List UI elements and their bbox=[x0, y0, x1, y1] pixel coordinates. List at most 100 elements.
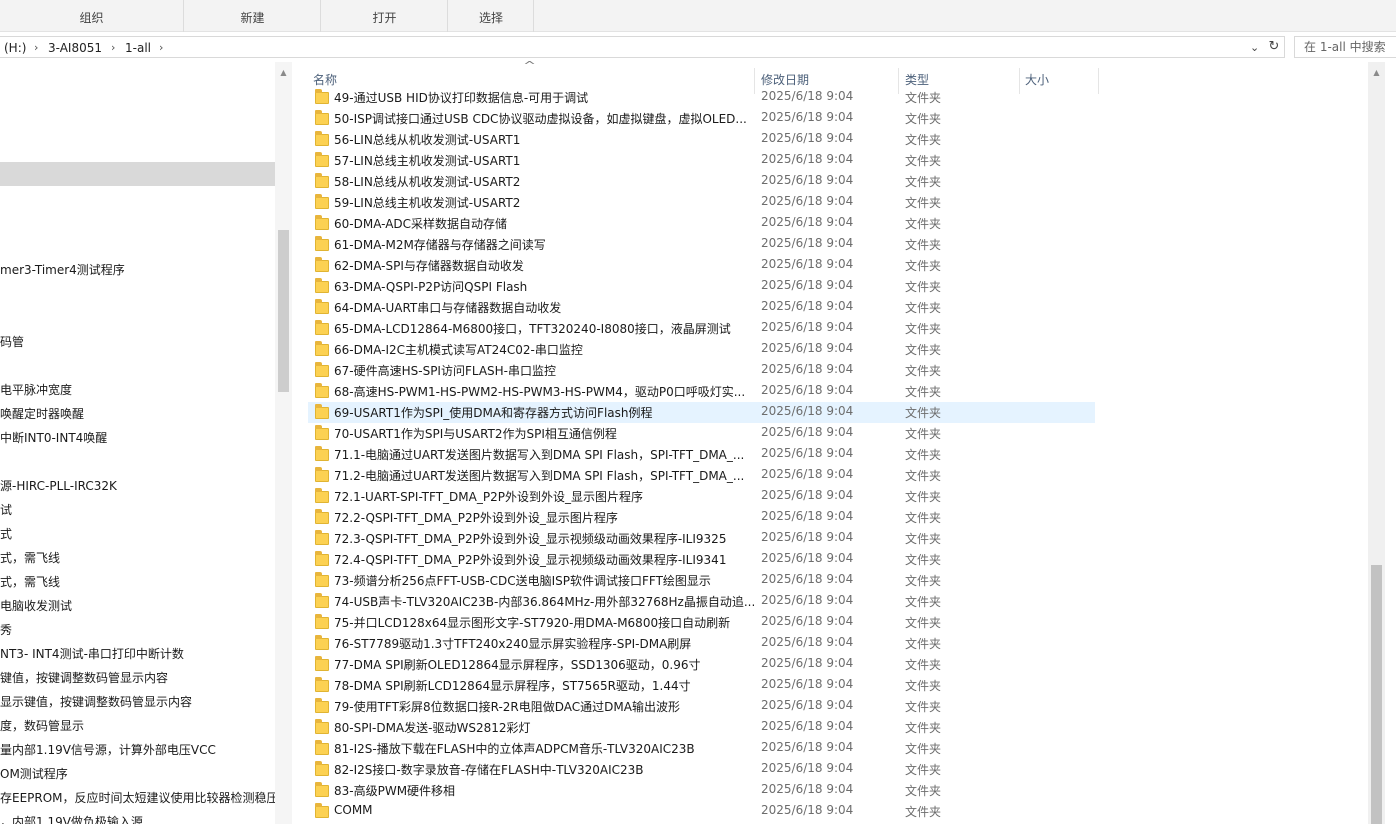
nav-scroll-thumb[interactable] bbox=[278, 230, 289, 392]
file-date: 2025/6/18 9:04 bbox=[761, 131, 854, 145]
folder-icon bbox=[315, 719, 329, 734]
file-row[interactable]: 63-DMA-QSPI-P2P访问QSPI Flash 2025/6/18 9:0… bbox=[308, 276, 1095, 297]
file-row[interactable]: 68-高速HS-PWM1-HS-PWM2-HS-PWM3-HS-PWM4，驱动P… bbox=[308, 381, 1095, 402]
nav-item[interactable]: OM测试程序 bbox=[0, 764, 68, 784]
address-bar[interactable]: (H:) › 3-AI8051 › 1-all › ⌄ ↻ bbox=[0, 36, 1285, 58]
nav-item[interactable]: 存EEPROM，反应时间太短建议使用比较器检测稳压 bbox=[0, 788, 279, 808]
nav-item[interactable]: 源-HIRC-PLL-IRC32K bbox=[0, 476, 117, 496]
file-row[interactable]: 69-USART1作为SPI_使用DMA和寄存器方式访问Flash例程 2025/… bbox=[308, 402, 1095, 423]
scroll-up-icon[interactable]: ▲ bbox=[1371, 68, 1382, 77]
ribbon-group-organize[interactable]: 组织 bbox=[0, 0, 184, 32]
column-divider[interactable] bbox=[1098, 68, 1099, 94]
chevron-down-icon[interactable]: ⌄ bbox=[1250, 41, 1259, 54]
file-type: 文件夹 bbox=[905, 595, 942, 609]
file-row[interactable]: 60-DMA-ADC采样数据自动存储 2025/6/18 9:04 文件夹 bbox=[308, 213, 1095, 234]
nav-item[interactable]: 式，需飞线 bbox=[0, 572, 60, 592]
breadcrumb-folder[interactable]: 3-AI8051 bbox=[48, 41, 102, 55]
folder-icon bbox=[315, 341, 329, 356]
column-header-type[interactable]: 类型 bbox=[905, 71, 929, 88]
file-row[interactable]: 66-DMA-I2C主机模式读写AT24C02-串口监控 2025/6/18 9:… bbox=[308, 339, 1095, 360]
file-date: 2025/6/18 9:04 bbox=[761, 110, 854, 124]
file-row[interactable]: 50-ISP调试接口通过USB CDC协议驱动虚拟设备，如虚拟键盘，虚拟OLED… bbox=[308, 108, 1095, 129]
file-row[interactable]: 67-硬件高速HS-SPI访问FLASH-串口监控 2025/6/18 9:04 文… bbox=[308, 360, 1095, 381]
file-row[interactable]: 77-DMA SPI刷新OLED12864显示屏程序，SSD1306驱动，0.9… bbox=[308, 654, 1095, 675]
chevron-right-icon[interactable]: › bbox=[34, 41, 38, 54]
file-date: 2025/6/18 9:04 bbox=[761, 404, 854, 418]
folder-icon bbox=[315, 488, 329, 503]
file-list-scrollbar[interactable]: ▲ bbox=[1368, 62, 1385, 824]
file-row[interactable]: 78-DMA SPI刷新LCD12864显示屏程序，ST7565R驱动，1.44… bbox=[308, 675, 1095, 696]
folder-icon bbox=[315, 467, 329, 482]
nav-selected-item[interactable] bbox=[0, 162, 275, 186]
column-header-size[interactable]: 大小 bbox=[1025, 71, 1049, 88]
file-row[interactable]: 75-并口LCD128x64显示图形文字-ST7920-用DMA-M6800接口… bbox=[308, 612, 1095, 633]
nav-item[interactable]: NT3- INT4测试-串口打印中断计数 bbox=[0, 644, 184, 664]
file-row[interactable]: COMM 2025/6/18 9:04 文件夹 bbox=[308, 801, 1095, 822]
nav-item[interactable]: 试 bbox=[0, 500, 12, 520]
search-box[interactable] bbox=[1294, 36, 1396, 58]
nav-item[interactable]: mer3-Timer4测试程序 bbox=[0, 260, 125, 280]
file-row[interactable]: 72.2-QSPI-TFT_DMA_P2P外设到外设_显示图片程序 2025/6/… bbox=[308, 507, 1095, 528]
file-type: 文件夹 bbox=[905, 532, 942, 546]
refresh-icon[interactable]: ↻ bbox=[1266, 39, 1282, 55]
file-row[interactable]: 70-USART1作为SPI与USART2作为SPI相互通信例程 2025/6/1… bbox=[308, 423, 1095, 444]
column-header-date[interactable]: 修改日期 bbox=[761, 71, 809, 88]
ribbon-group-new[interactable]: 新建 bbox=[185, 0, 321, 32]
nav-item[interactable]: 电脑收发测试 bbox=[0, 596, 72, 616]
file-row[interactable]: 72.4-QSPI-TFT_DMA_P2P外设到外设_显示视频级动画效果程序-I… bbox=[308, 549, 1095, 570]
file-date: 2025/6/18 9:04 bbox=[761, 719, 854, 733]
chevron-right-icon[interactable]: › bbox=[159, 41, 163, 54]
file-row[interactable]: 64-DMA-UART串口与存储器数据自动收发 2025/6/18 9:04 文件夹 bbox=[308, 297, 1095, 318]
breadcrumb-current[interactable]: 1-all bbox=[125, 41, 151, 55]
nav-item[interactable]: 式 bbox=[0, 524, 12, 544]
file-list-scroll-thumb[interactable] bbox=[1371, 565, 1382, 824]
chevron-right-icon[interactable]: › bbox=[111, 41, 115, 54]
file-row[interactable]: 83-高级PWM硬件移相 2025/6/18 9:04 文件夹 bbox=[308, 780, 1095, 801]
file-date: 2025/6/18 9:04 bbox=[761, 299, 854, 313]
file-type: 文件夹 bbox=[905, 322, 942, 336]
file-row[interactable]: 81-I2S-播放下载在FLASH中的立体声ADPCM音乐-TLV320AIC2… bbox=[308, 738, 1095, 759]
scroll-up-icon[interactable]: ▲ bbox=[278, 68, 289, 77]
file-row[interactable]: 71.2-电脑通过UART发送图片数据写入到DMA SPI Flash，SPI-… bbox=[308, 465, 1095, 486]
nav-item[interactable]: 码管 bbox=[0, 332, 24, 352]
nav-item[interactable]: 键值，按键调整数码管显示内容 bbox=[0, 668, 168, 688]
file-row[interactable]: 72.1-UART-SPI-TFT_DMA_P2P外设到外设_显示图片程序 202… bbox=[308, 486, 1095, 507]
file-row[interactable]: 62-DMA-SPI与存储器数据自动收发 2025/6/18 9:04 文件夹 bbox=[308, 255, 1095, 276]
nav-item[interactable]: 显示键值，按键调整数码管显示内容 bbox=[0, 692, 192, 712]
nav-item[interactable]: 中断INT0-INT4唤醒 bbox=[0, 428, 107, 448]
file-row[interactable]: 57-LIN总线主机收发测试-USART1 2025/6/18 9:04 文件夹 bbox=[308, 150, 1095, 171]
file-row[interactable]: 74-USB声卡-TLV320AIC23B-内部36.864MHz-用外部327… bbox=[308, 591, 1095, 612]
file-name: 65-DMA-LCD12864-M6800接口，TFT320240-I8080接… bbox=[334, 322, 731, 336]
file-row[interactable]: 72.3-QSPI-TFT_DMA_P2P外设到外设_显示视频级动画效果程序-I… bbox=[308, 528, 1095, 549]
nav-item[interactable]: 秀 bbox=[0, 620, 12, 640]
file-row[interactable]: 58-LIN总线从机收发测试-USART2 2025/6/18 9:04 文件夹 bbox=[308, 171, 1095, 192]
nav-item[interactable]: ，内部1.19V做负极输入源 bbox=[0, 812, 143, 824]
folder-icon bbox=[315, 656, 329, 671]
file-row[interactable]: 65-DMA-LCD12864-M6800接口，TFT320240-I8080接… bbox=[308, 318, 1095, 339]
nav-item[interactable]: 唤醒定时器唤醒 bbox=[0, 404, 84, 424]
nav-item[interactable]: 式，需飞线 bbox=[0, 548, 60, 568]
file-row[interactable]: 76-ST7789驱动1.3寸TFT240x240显示屏实验程序-SPI-DMA… bbox=[308, 633, 1095, 654]
file-row[interactable]: 79-使用TFT彩屏8位数据口接R-2R电阻做DAC通过DMA输出波形 2025/… bbox=[308, 696, 1095, 717]
nav-item[interactable]: 量内部1.19V信号源，计算外部电压VCC bbox=[0, 740, 216, 760]
nav-item[interactable]: 度，数码管显示 bbox=[0, 716, 84, 736]
file-name: 77-DMA SPI刷新OLED12864显示屏程序，SSD1306驱动，0.9… bbox=[334, 658, 701, 672]
nav-item[interactable]: 电平脉冲宽度 bbox=[0, 380, 72, 400]
ribbon-group-open[interactable]: 打开 bbox=[322, 0, 448, 32]
column-header-name[interactable]: 名称 bbox=[313, 71, 337, 88]
file-row[interactable]: 59-LIN总线主机收发测试-USART2 2025/6/18 9:04 文件夹 bbox=[308, 192, 1095, 213]
file-row[interactable]: 71.1-电脑通过UART发送图片数据写入到DMA SPI Flash，SPI-… bbox=[308, 444, 1095, 465]
file-row[interactable]: 56-LIN总线从机收发测试-USART1 2025/6/18 9:04 文件夹 bbox=[308, 129, 1095, 150]
breadcrumb-drive[interactable]: (H:) bbox=[4, 41, 26, 55]
nav-scrollbar[interactable]: ▲ bbox=[275, 62, 292, 824]
file-row[interactable]: 80-SPI-DMA发送-驱动WS2812彩灯 2025/6/18 9:04 文件夹 bbox=[308, 717, 1095, 738]
ribbon-group-select[interactable]: 选择 bbox=[449, 0, 534, 32]
file-type: 文件夹 bbox=[905, 616, 942, 630]
file-row[interactable]: 82-I2S接口-数字录放音-存储在FLASH中-TLV320AIC23B 202… bbox=[308, 759, 1095, 780]
folder-icon bbox=[315, 698, 329, 713]
file-row[interactable]: 49-通过USB HID协议打印数据信息-可用于调试 2025/6/18 9:04… bbox=[308, 87, 1095, 108]
folder-icon bbox=[315, 803, 329, 818]
file-row[interactable]: 73-频谱分析256点FFT-USB-CDC送电脑ISP软件调试接口FFT绘图显… bbox=[308, 570, 1095, 591]
file-row[interactable]: 61-DMA-M2M存储器与存储器之间读写 2025/6/18 9:04 文件夹 bbox=[308, 234, 1095, 255]
search-input[interactable] bbox=[1295, 37, 1396, 57]
